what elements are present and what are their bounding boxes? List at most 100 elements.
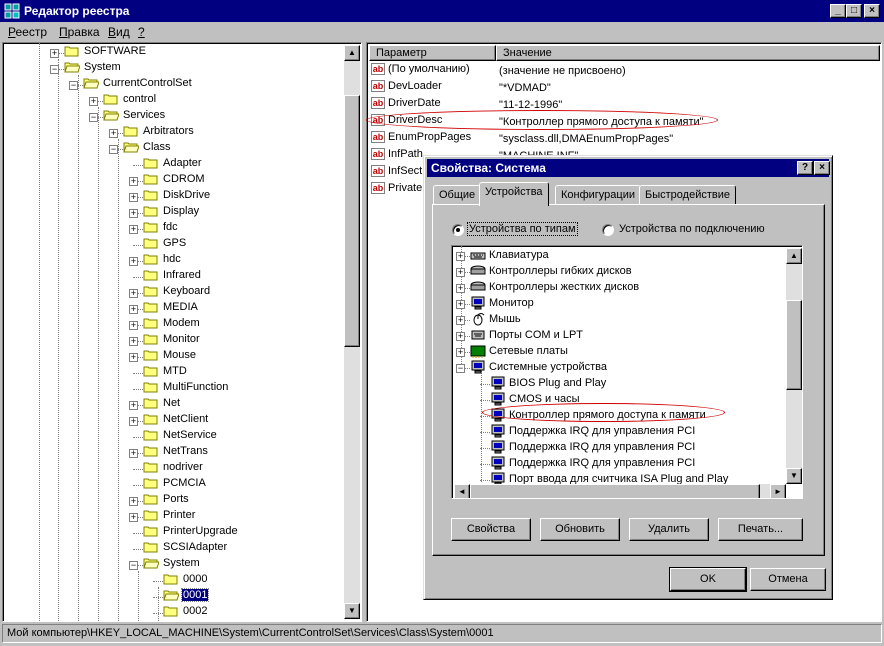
value-row[interactable]: ab DriverDate "11-12-1996" [371,97,871,113]
expand-button[interactable]: + [129,225,138,234]
device-item[interactable]: Контроллер прямого доступа к памяти [490,408,706,424]
expand-button[interactable]: + [129,337,138,346]
expand-button[interactable]: + [456,300,465,309]
tree-node-software[interactable]: SOFTWARE [64,45,147,61]
menu-edit[interactable]: Правка [59,25,100,39]
refresh-button[interactable]: Обновить [540,518,620,541]
device-category[interactable]: Клавиатура [470,248,549,264]
device-horizontal-scrollbar[interactable]: ◄ ► [454,484,786,498]
radio-by-type[interactable] [452,224,464,236]
ok-button[interactable]: OK [669,567,747,592]
tree-node-0000[interactable]: 0000 [163,573,208,589]
collapse-button[interactable]: − [456,364,465,373]
device-category[interactable]: Контроллеры жестких дисков [470,280,639,296]
device-category[interactable]: Системные устройства [470,360,607,376]
collapse-button[interactable]: − [89,113,98,122]
tree-node-class[interactable]: Class [123,141,172,157]
expand-button[interactable]: + [456,332,465,341]
dialog-close-button[interactable]: × [814,161,830,175]
tree-node-display[interactable]: Display [143,205,200,221]
tree-node-system[interactable]: System [64,61,122,77]
device-tree[interactable]: Клавиатура + Контроллеры гибких дисков + Кон… [451,245,803,499]
scroll-up-button[interactable]: ▲ [344,45,360,61]
tree-node-cdrom[interactable]: CDROM [143,173,206,189]
radio-by-type-label[interactable]: Устройства по типам [467,222,578,236]
device-item[interactable]: Поддержка IRQ для управления PCI [490,440,695,456]
tree-node-netclient[interactable]: NetClient [143,413,209,429]
tree-vertical-scrollbar[interactable]: ▲ ▼ [344,45,360,619]
device-category[interactable]: Мышь [470,312,521,328]
expand-button[interactable]: + [129,289,138,298]
expand-button[interactable]: + [89,97,98,106]
menu-view[interactable]: Вид [108,25,130,39]
device-scroll-down-button[interactable]: ▼ [786,468,802,484]
tree-node-fdc[interactable]: fdc [143,221,179,237]
collapse-button[interactable]: − [50,65,59,74]
expand-button[interactable]: + [129,209,138,218]
column-header-value[interactable]: Значение [496,45,880,61]
tab-general[interactable]: Общие [433,185,482,205]
expand-button[interactable]: + [129,417,138,426]
tree-node-mtd[interactable]: MTD [143,365,188,381]
expand-button[interactable]: + [129,401,138,410]
device-category[interactable]: Сетевые платы [470,344,568,360]
device-scroll-thumb[interactable] [786,300,802,390]
scroll-down-button[interactable]: ▼ [344,603,360,619]
tree-node-gps[interactable]: GPS [143,237,187,253]
radio-by-connection[interactable] [602,224,614,236]
tree-node-nettrans[interactable]: NetTrans [143,445,209,461]
tree-node-monitor[interactable]: Monitor [143,333,201,349]
tab-hardware-profiles[interactable]: Конфигурации [555,185,642,205]
tree-node-pcmcia[interactable]: PCMCIA [143,477,207,493]
expand-button[interactable]: + [456,348,465,357]
expand-button[interactable]: + [129,497,138,506]
expand-button[interactable]: + [129,449,138,458]
expand-button[interactable]: + [129,513,138,522]
column-header-name[interactable]: Параметр [369,45,496,61]
tree-node-0002[interactable]: 0002 [163,605,208,621]
device-item[interactable]: Поддержка IRQ для управления PCI [490,456,695,472]
expand-button[interactable]: + [129,257,138,266]
scroll-thumb[interactable] [344,95,360,347]
tab-devices[interactable]: Устройства [479,182,549,206]
tree-node-multifunction[interactable]: MultiFunction [143,381,229,397]
expand-button[interactable]: + [129,353,138,362]
tree-node-infrared[interactable]: Infrared [143,269,202,285]
device-scroll-right-button[interactable]: ► [770,484,786,498]
tree-node-printer[interactable]: Printer [143,509,196,525]
tree-node-control[interactable]: control [103,93,157,109]
tree-node-keyboard[interactable]: Keyboard [143,285,211,301]
radio-by-connection-label[interactable]: Устройства по подключению [619,223,765,235]
device-category[interactable]: Монитор [470,296,534,312]
expand-button[interactable]: + [456,268,465,277]
menu-help[interactable]: ? [138,25,145,39]
collapse-button[interactable]: − [69,81,78,90]
remove-button[interactable]: Удалить [629,518,709,541]
registry-tree-pane[interactable]: SOFTWARE + System − CurrentControlSet − contro… [2,42,362,622]
tree-node-netservice[interactable]: NetService [143,429,218,445]
maximize-button[interactable]: □ [846,4,862,18]
expand-button[interactable]: + [129,177,138,186]
collapse-button[interactable]: − [109,145,118,154]
expand-button[interactable]: + [129,305,138,314]
minimize-button[interactable]: _ [830,4,846,18]
expand-button[interactable]: + [456,252,465,261]
collapse-button[interactable]: − [129,561,138,570]
device-item[interactable]: Поддержка IRQ для управления PCI [490,424,695,440]
device-vertical-scrollbar[interactable]: ▲ ▼ [786,248,802,484]
tree-node-scsiadapter[interactable]: SCSIAdapter [143,541,228,557]
expand-button[interactable]: + [50,49,59,58]
tree-node-modem[interactable]: Modem [143,317,201,333]
tree-node-media[interactable]: MEDIA [143,301,199,317]
value-row[interactable]: ab (По умолчанию) (значение не присвоено) [371,63,871,79]
device-scroll-up-button[interactable]: ▲ [786,248,802,264]
expand-button[interactable]: + [109,129,118,138]
device-scroll-left-button[interactable]: ◄ [454,484,470,498]
dialog-titlebar[interactable]: Свойства: Система ? × [427,159,830,177]
tree-node-ports[interactable]: Ports [143,493,190,509]
value-row[interactable]: ab EnumPropPages "sysclass.dll,DMAEnumProp… [371,131,871,147]
device-hscroll-thumb[interactable] [470,484,760,498]
value-row[interactable]: ab DriverDesc "Контроллер прямого доступа … [371,114,871,130]
expand-button[interactable]: + [456,284,465,293]
cancel-button[interactable]: Отмена [750,568,826,591]
